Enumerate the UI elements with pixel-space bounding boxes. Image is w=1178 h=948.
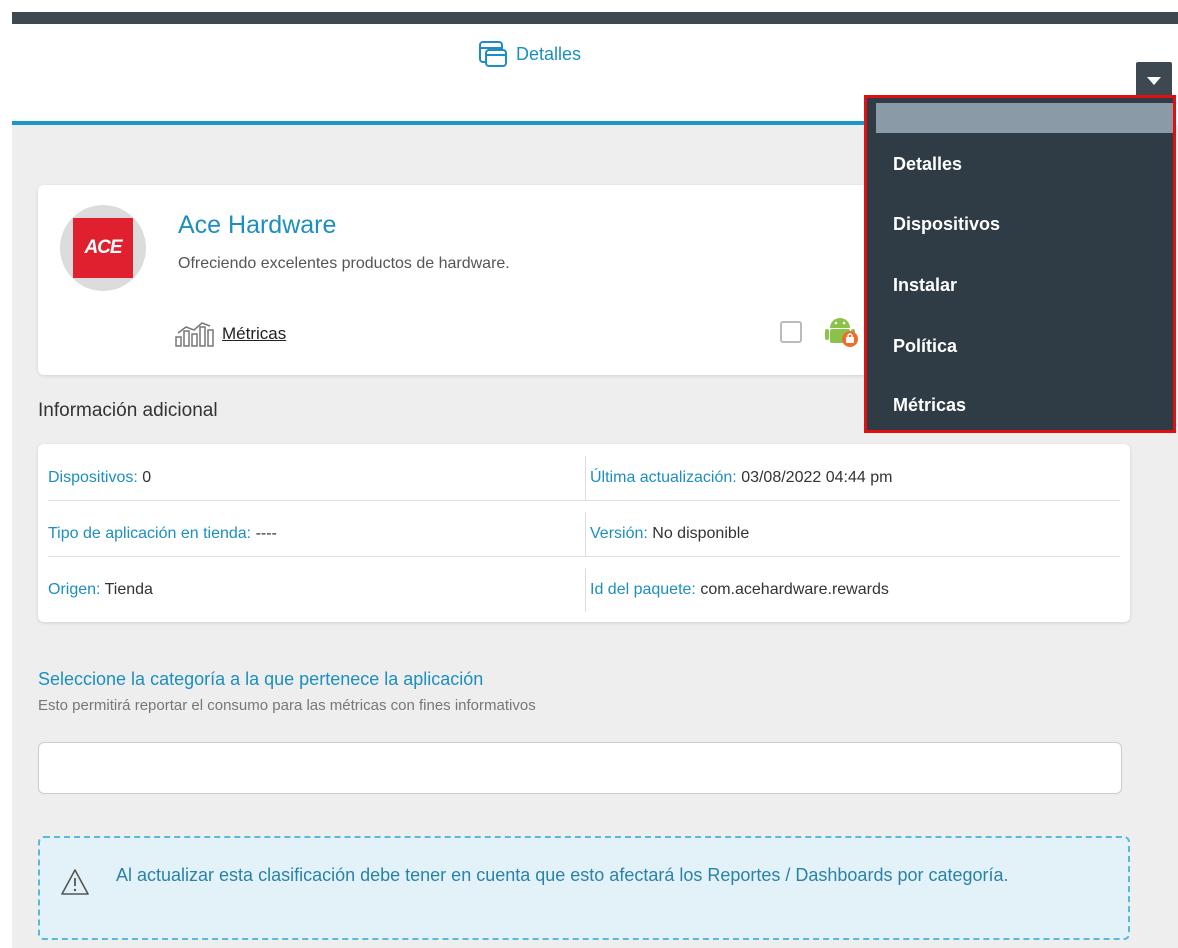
info-value: ---- xyxy=(255,525,277,542)
info-label: Origen: xyxy=(48,581,101,598)
category-subtitle: Esto permitirá reportar el consumo para … xyxy=(38,697,536,714)
info-label: Dispositivos: xyxy=(48,469,138,486)
app-name: Ace Hardware xyxy=(178,211,337,239)
metrics-link-label: Métricas xyxy=(222,324,287,343)
app-description: Ofreciendo excelentes productos de hardw… xyxy=(178,255,510,272)
metrics-chart-icon xyxy=(175,322,214,347)
app-logo: ACE xyxy=(60,205,146,291)
info-cell: Versión: No disponible xyxy=(585,512,1120,556)
warning-text: Al actualizar esta clasificación debe te… xyxy=(116,865,1009,885)
info-label: Tipo de aplicación en tienda: xyxy=(48,525,252,542)
app-card: ACE Ace Hardware Ofreciendo excelentes p… xyxy=(38,185,918,375)
tabs-dropdown-menu: Detalles Dispositivos Instalar Política … xyxy=(864,95,1176,433)
menu-item-metricas[interactable]: Métricas xyxy=(893,395,966,416)
info-value: 03/08/2022 04:44 pm xyxy=(741,469,893,486)
app-select-checkbox[interactable] xyxy=(780,321,802,343)
warning-icon xyxy=(61,869,89,895)
metrics-link[interactable]: Métricas xyxy=(174,321,286,347)
tab-detalles[interactable]: Detalles xyxy=(478,40,581,68)
info-label: Id del paquete: xyxy=(590,581,696,598)
info-cell: Dispositivos: 0 xyxy=(48,469,585,487)
info-value: com.acehardware.rewards xyxy=(700,581,889,598)
window-icon xyxy=(479,41,507,67)
menu-item-dispositivos[interactable]: Dispositivos xyxy=(893,214,1000,235)
info-label: Versión: xyxy=(590,525,648,542)
category-warning-notice: Al actualizar esta clasificación debe te… xyxy=(38,836,1130,940)
info-cell: Id del paquete: com.acehardware.rewards xyxy=(585,568,1120,612)
category-title: Seleccione la categoría a la que pertene… xyxy=(38,669,484,689)
info-value: No disponible xyxy=(652,525,750,542)
info-cell: Tipo de aplicación en tienda: ---- xyxy=(48,525,585,543)
info-label: Última actualización: xyxy=(590,469,737,486)
menu-item-detalles[interactable]: Detalles xyxy=(893,154,962,175)
info-row: Origen: Tienda Id del paquete: com.aceha… xyxy=(48,568,1120,612)
tab-detalles-label: Detalles xyxy=(516,43,582,64)
info-row: Dispositivos: 0 Última actualización: 03… xyxy=(48,456,1120,501)
menu-item-instalar[interactable]: Instalar xyxy=(893,275,957,296)
info-value: Tienda xyxy=(104,581,153,598)
info-cell: Origen: Tienda xyxy=(48,581,585,599)
info-card: Dispositivos: 0 Última actualización: 03… xyxy=(38,444,1130,622)
info-row: Tipo de aplicación en tienda: ---- Versi… xyxy=(48,512,1120,557)
additional-info-title: Información adicional xyxy=(38,400,218,421)
info-value: 0 xyxy=(142,469,152,486)
top-bar xyxy=(12,12,1178,24)
menu-item-politica[interactable]: Política xyxy=(893,336,957,357)
info-cell: Última actualización: 03/08/2022 04:44 p… xyxy=(585,456,1120,500)
android-icon xyxy=(825,318,858,347)
ace-logo-tile: ACE xyxy=(73,218,133,278)
category-select-input[interactable] xyxy=(38,742,1122,794)
tabs-menu-toggle-button[interactable] xyxy=(1136,62,1172,98)
dropdown-header-bar xyxy=(876,103,1173,133)
